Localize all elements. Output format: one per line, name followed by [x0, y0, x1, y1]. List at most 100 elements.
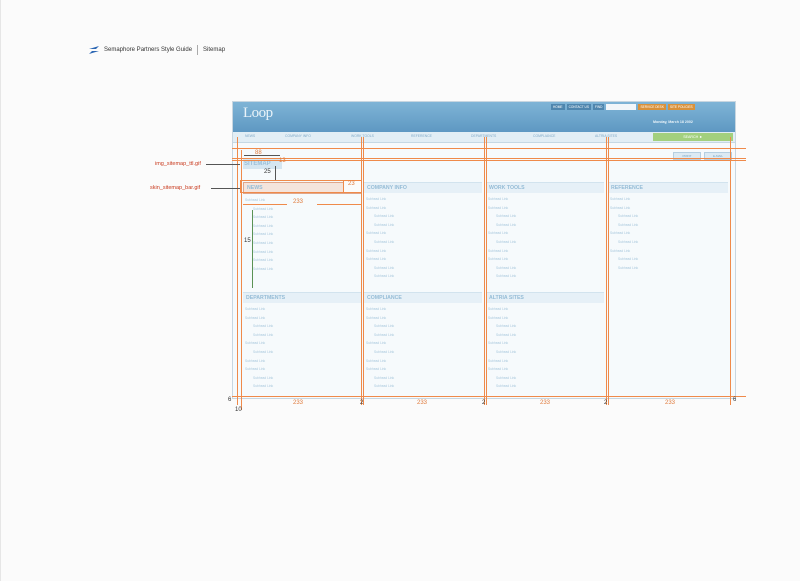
section-link[interactable]: Subhead Link	[488, 255, 604, 264]
section-link[interactable]: Subhead Link	[366, 374, 482, 383]
mockup-logo: Loop	[243, 105, 273, 121]
section-link[interactable]: Subhead Link	[488, 348, 604, 357]
section-link[interactable]: Subhead Link	[488, 331, 604, 340]
dim-title-height: 13	[279, 158, 286, 164]
section-link[interactable]: Subhead Link	[245, 365, 361, 374]
callout-line	[211, 188, 240, 189]
top-link-service-desk[interactable]: SERVICE DESK	[638, 104, 666, 110]
guide-line-v	[363, 137, 364, 405]
section-link[interactable]: Subhead Link	[488, 322, 604, 331]
section-link[interactable]: Subhead Link	[245, 348, 361, 357]
section-link[interactable]: Subhead Link	[366, 195, 482, 204]
section-link[interactable]: Subhead Link	[488, 229, 604, 238]
guide-line-v	[730, 137, 731, 405]
section-link[interactable]: Subhead Link	[366, 339, 482, 348]
guide-line-v	[486, 137, 487, 405]
section-link[interactable]: Subhead Link	[366, 247, 482, 256]
section-link[interactable]: Subhead Link	[366, 212, 482, 221]
dim-line	[275, 166, 276, 180]
section-link[interactable]: Subhead Link	[245, 331, 361, 340]
guide-line-v	[606, 137, 607, 405]
dim-margin-left: 6	[228, 397, 232, 403]
section-reference: REFERENCE Subhead Link Subhead Link Subh…	[608, 182, 728, 272]
nav-reference[interactable]: REFERENCE	[411, 134, 432, 138]
section-link[interactable]: Subhead Link	[610, 255, 728, 264]
guide-line-h	[232, 148, 746, 149]
section-link[interactable]: Subhead Link	[610, 229, 728, 238]
top-link-home[interactable]: HOME	[551, 104, 565, 110]
dim-bottom-col: 233	[293, 400, 304, 406]
section-link[interactable]: Subhead Link	[245, 265, 361, 274]
section-link[interactable]: Subhead Link	[366, 272, 482, 281]
section-link[interactable]: Subhead Link	[245, 382, 361, 391]
section-link[interactable]: Subhead Link	[488, 305, 604, 314]
header-divider	[197, 45, 199, 55]
section-link[interactable]: Subhead Link	[366, 331, 482, 340]
section-link[interactable]: Subhead Link	[245, 305, 361, 314]
find-input[interactable]	[606, 104, 637, 110]
dim-margin-right: 6	[733, 397, 737, 403]
section-link[interactable]: Subhead Link	[366, 264, 482, 273]
section-link[interactable]: Subhead Link	[366, 322, 482, 331]
section-link[interactable]: Subhead Link	[610, 264, 728, 273]
section-link[interactable]: Subhead Link	[488, 195, 604, 204]
section-link[interactable]: Subhead Link	[245, 357, 361, 366]
top-link-site-policies[interactable]: SITE POLICIES	[667, 104, 695, 110]
section-link[interactable]: Subhead Link	[488, 382, 604, 391]
section-link[interactable]: Subhead Link	[245, 239, 361, 248]
top-link-contact[interactable]: CONTACT US	[566, 104, 591, 110]
dim-title-gap: 25	[264, 169, 271, 175]
section-link[interactable]: Subhead Link	[245, 248, 361, 257]
section-link[interactable]: Subhead Link	[366, 255, 482, 264]
dim-col-width: 233	[293, 199, 304, 205]
section-link[interactable]: Subhead Link	[366, 229, 482, 238]
section-link[interactable]: Subhead Link	[366, 305, 482, 314]
section-link[interactable]: Subhead Link	[610, 221, 728, 230]
section-link[interactable]: Subhead Link	[488, 272, 604, 281]
section-link[interactable]: Subhead Link	[366, 238, 482, 247]
section-link[interactable]: Subhead Link	[488, 221, 604, 230]
section-link[interactable]: Subhead Link	[488, 314, 604, 323]
section-link[interactable]: Subhead Link	[245, 339, 361, 348]
section-link[interactable]: Subhead Link	[488, 204, 604, 213]
section-link[interactable]: Subhead Link	[366, 221, 482, 230]
section-link[interactable]: Subhead Link	[245, 230, 361, 239]
section-link[interactable]: Subhead Link	[245, 314, 361, 323]
section-link[interactable]: Subhead Link	[366, 348, 482, 357]
mockup-top-links: HOME CONTACT US FIND SERVICE DESK SITE P…	[551, 104, 695, 110]
nav-compliance[interactable]: COMPLIANCE	[533, 134, 555, 138]
dim-bar-height: 23	[348, 181, 355, 187]
dim-bottom-gutter: 2	[360, 400, 364, 406]
section-link[interactable]: Subhead Link	[245, 222, 361, 231]
spacing-guide	[252, 210, 253, 288]
top-link-find[interactable]: FIND	[593, 104, 605, 110]
section-link[interactable]: Subhead Link	[488, 357, 604, 366]
section-link[interactable]: Subhead Link	[610, 195, 728, 204]
section-link[interactable]: Subhead Link	[610, 238, 728, 247]
section-link[interactable]: Subhead Link	[366, 204, 482, 213]
section-link[interactable]: Subhead Link	[610, 204, 728, 213]
section-link[interactable]: Subhead Link	[245, 213, 361, 222]
section-link[interactable]: Subhead Link	[488, 247, 604, 256]
nav-news[interactable]: NEWS	[245, 134, 255, 138]
nav-company-info[interactable]: COMPANY INFO	[285, 134, 311, 138]
section-link[interactable]: Subhead Link	[366, 314, 482, 323]
section-link[interactable]: Subhead Link	[366, 382, 482, 391]
section-link[interactable]: Subhead Link	[245, 256, 361, 265]
section-link[interactable]: Subhead Link	[488, 264, 604, 273]
section-link[interactable]: Subhead Link	[488, 238, 604, 247]
section-link[interactable]: Subhead Link	[610, 247, 728, 256]
mockup-date: Monday, March 18 2002	[653, 120, 693, 124]
section-link[interactable]: Subhead Link	[488, 339, 604, 348]
section-compliance: COMPLIANCE Subhead Link Subhead Link Sub…	[364, 292, 482, 391]
section-link[interactable]: Subhead Link	[245, 374, 361, 383]
section-link[interactable]: Subhead Link	[245, 322, 361, 331]
section-link[interactable]: Subhead Link	[366, 365, 482, 374]
section-link[interactable]: Subhead Link	[488, 365, 604, 374]
section-link[interactable]: Subhead Link	[488, 212, 604, 221]
search-button[interactable]: SEARCH ►	[653, 133, 733, 141]
section-link[interactable]: Subhead Link	[366, 357, 482, 366]
section-link[interactable]: Subhead Link	[488, 374, 604, 383]
section-link[interactable]: Subhead Link	[610, 212, 728, 221]
section-link[interactable]: Subhead Link	[245, 205, 361, 214]
